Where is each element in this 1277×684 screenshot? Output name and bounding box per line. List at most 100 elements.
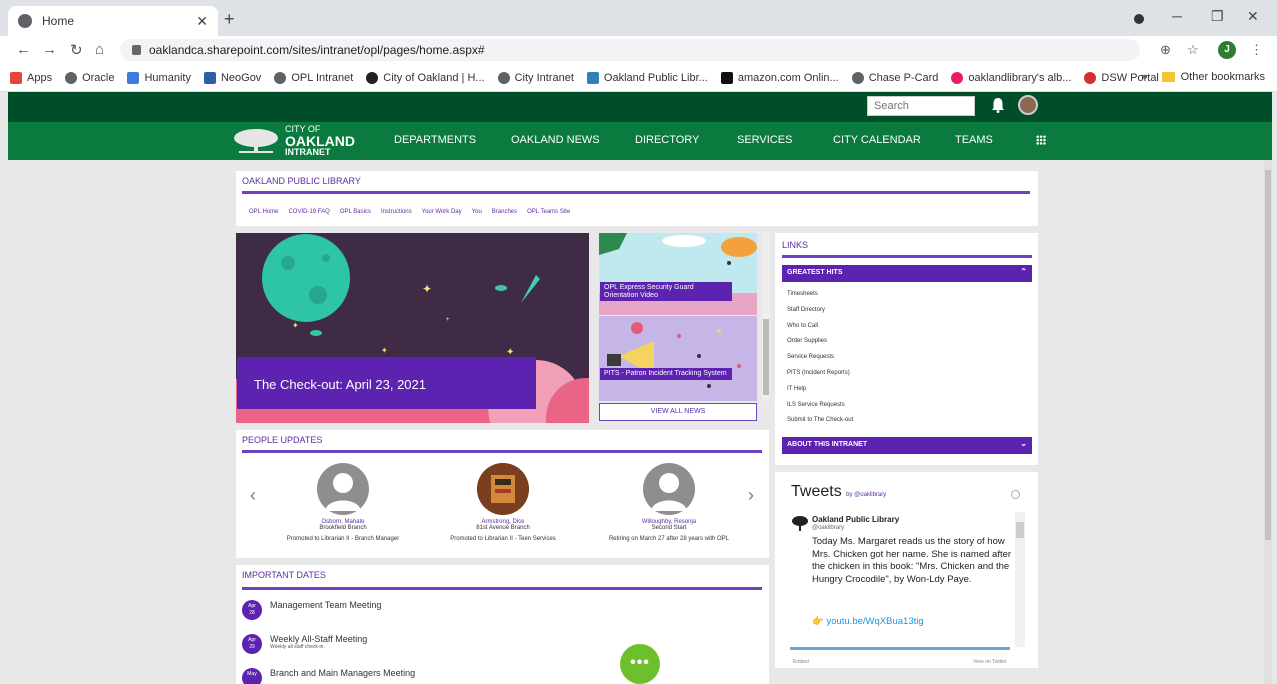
divider xyxy=(242,450,762,453)
profile-avatar[interactable]: J xyxy=(1218,41,1236,59)
scrollbar-thumb[interactable] xyxy=(1265,170,1271,540)
link-timesheets[interactable]: Timesheets xyxy=(787,291,853,307)
subnav-opl-basics[interactable]: OPL Basics xyxy=(340,209,371,215)
tweet-link[interactable]: 👉 youtu.be/WqXBua13tig xyxy=(812,616,924,627)
back-arrow-icon[interactable]: ← xyxy=(16,41,31,58)
greatest-hits-accordion[interactable]: GREATEST HITS ⌃ xyxy=(782,265,1032,282)
more-bookmarks-chevron[interactable]: » xyxy=(1142,71,1148,83)
opl-tree-logo-icon xyxy=(792,516,808,531)
event-title: Management Team Meeting xyxy=(270,600,382,610)
bookmark-item[interactable]: City Intranet xyxy=(497,71,574,84)
subnav-you[interactable]: You xyxy=(472,209,482,215)
person-card[interactable]: Armstrong, Dice 81st Avenue Branch Promo… xyxy=(418,463,588,542)
link-staff-directory[interactable]: Staff Directory xyxy=(787,307,853,323)
subnav-covid-faq[interactable]: COVID-19 FAQ xyxy=(288,209,329,215)
event-item[interactable]: Apr 29 Weekly All-Staff Meeting Weekly all… xyxy=(242,634,367,654)
about-intranet-accordion[interactable]: ABOUT THIS INTRANET ⌄ xyxy=(782,437,1032,454)
view-all-news-button[interactable]: VIEW ALL NEWS xyxy=(599,403,757,421)
globe-icon xyxy=(65,71,78,84)
tweets-scrollbar[interactable] xyxy=(1015,512,1025,647)
subnav-instructions[interactable]: Instructions xyxy=(381,209,412,215)
link-who-to-call[interactable]: Who to Call xyxy=(787,323,853,339)
user-avatar[interactable] xyxy=(1018,95,1038,115)
news-tile-caption[interactable]: OPL Express Security Guard Orientation V… xyxy=(600,282,732,302)
nav-oakland-news[interactable]: OAKLAND NEWS xyxy=(511,134,600,146)
app-launcher-grid-icon[interactable] xyxy=(1036,135,1046,145)
bookmark-item[interactable]: oaklandlibrary's alb... xyxy=(951,71,1071,84)
close-window-icon[interactable]: ✕ xyxy=(1247,8,1259,25)
embed-link[interactable]: Embed xyxy=(793,659,809,665)
svg-text:✦: ✦ xyxy=(381,346,388,355)
tweet-item[interactable]: Oakland Public Library @oaklibrary Today… xyxy=(790,512,1012,652)
news-tile-pits[interactable] xyxy=(599,316,757,401)
link-it-help[interactable]: IT Help xyxy=(787,386,853,402)
nav-teams[interactable]: TEAMS xyxy=(955,134,993,146)
close-tab-icon[interactable]: ✕ xyxy=(196,13,208,30)
scrollbar-thumb[interactable] xyxy=(1016,522,1024,538)
link-service-requests[interactable]: Service Requests xyxy=(787,354,853,370)
zoom-icon[interactable]: ⊕ xyxy=(1160,42,1171,58)
event-item[interactable]: May Branch and Main Managers Meeting xyxy=(242,668,415,684)
event-item[interactable]: Apr 28 Management Team Meeting xyxy=(242,600,381,620)
new-tab-button[interactable]: + xyxy=(224,9,235,30)
star-icon[interactable]: ☆ xyxy=(1187,42,1199,58)
bookmark-item[interactable]: amazon.com Onlin... xyxy=(720,71,839,84)
tweet-account-name[interactable]: Oakland Public Library xyxy=(812,515,899,524)
bookmark-item[interactable]: Oracle xyxy=(65,71,114,84)
oakland-intranet-logo[interactable]: CITY OF OAKLAND INTRANET xyxy=(233,124,355,158)
link-ils-service-requests[interactable]: ILS Service Requests xyxy=(787,402,853,418)
subnav-branches[interactable]: Branches xyxy=(492,209,517,215)
forward-arrow-icon[interactable]: → xyxy=(42,41,57,58)
subnav-opl-home[interactable]: OPL Home xyxy=(249,209,278,215)
neogov-icon xyxy=(203,71,216,84)
view-on-twitter-link[interactable]: View on Twitter xyxy=(973,659,1007,665)
search-input[interactable] xyxy=(867,96,975,116)
bookmark-item[interactable]: City of Oakland | H... xyxy=(366,71,485,84)
nav-services[interactable]: SERVICES xyxy=(737,134,792,146)
hero-caption[interactable]: The Check-out: April 23, 2021 xyxy=(237,357,536,409)
nav-departments[interactable]: DEPARTMENTS xyxy=(394,134,476,146)
date-badge: Apr 28 xyxy=(242,600,262,620)
link-submit-checkout[interactable]: Submit to The Check-out xyxy=(787,417,853,433)
svg-text:+: + xyxy=(446,317,450,323)
page-scrollbar[interactable] xyxy=(1264,160,1272,684)
news-tile-security-video[interactable] xyxy=(599,233,757,315)
url-field[interactable]: oaklandca.sharepoint.com/sites/intranet/… xyxy=(120,39,1140,61)
tweet-text: Today Ms. Margaret reads us the story of… xyxy=(812,536,1012,586)
person-card[interactable]: Osborn, Mahate Brookfield Branch Promote… xyxy=(258,463,428,542)
people-updates-panel: PEOPLE UPDATES ‹ › Osborn, Mahate Brookf… xyxy=(236,430,769,558)
bookmark-item[interactable]: OPL Intranet xyxy=(274,71,353,84)
bookmark-item[interactable]: NeoGov xyxy=(203,71,261,84)
link-pits[interactable]: PITS (Incident Reports) xyxy=(787,370,853,386)
bookmark-item[interactable]: Oakland Public Libr... xyxy=(586,71,708,84)
bookmark-item[interactable]: Apps xyxy=(10,71,52,84)
person-card[interactable]: Willoughby, Resonja Second Start Retirin… xyxy=(584,463,754,542)
home-icon[interactable]: ⌂ xyxy=(95,41,104,58)
info-icon[interactable] xyxy=(1011,490,1020,499)
bookmark-item[interactable]: Chase P-Card xyxy=(851,71,938,84)
browser-tab-home[interactable]: Home ✕ xyxy=(8,6,218,36)
news-scrollbar[interactable] xyxy=(762,233,770,401)
event-description: Weekly all staff check-in. xyxy=(270,644,325,650)
scrollbar-thumb[interactable] xyxy=(763,319,769,395)
reload-icon[interactable]: ↻ xyxy=(70,41,83,59)
tweets-by-link[interactable]: by @oaklibrary xyxy=(846,492,886,498)
tweet-handle[interactable]: @oaklibrary xyxy=(812,525,844,531)
lock-icon xyxy=(132,45,141,55)
news-tile-caption[interactable]: PITS - Patron Incident Tracking System xyxy=(600,368,732,380)
profile-icon[interactable] xyxy=(1134,14,1144,24)
other-bookmarks[interactable]: » Other bookmarks xyxy=(1142,71,1266,83)
nav-directory[interactable]: DIRECTORY xyxy=(635,134,699,146)
subnav-your-work-day[interactable]: Your Work Day xyxy=(422,209,462,215)
carousel-prev-arrow[interactable]: ‹ xyxy=(250,485,256,506)
restore-icon[interactable]: ❐ xyxy=(1211,8,1224,25)
logo-text: CITY OF OAKLAND INTRANET xyxy=(285,124,355,157)
menu-kebab-icon[interactable]: ⋮ xyxy=(1250,42,1263,58)
bell-icon[interactable] xyxy=(991,97,1005,113)
nav-city-calendar[interactable]: CITY CALENDAR xyxy=(833,134,921,146)
link-order-supplies[interactable]: Order Supplies xyxy=(787,338,853,354)
subnav-opl-teams-site[interactable]: OPL Teams Site xyxy=(527,209,570,215)
bookmark-item[interactable]: Humanity xyxy=(127,71,191,84)
chat-bubble-button[interactable]: ••• xyxy=(620,644,660,684)
minimize-icon[interactable]: ─ xyxy=(1172,8,1182,24)
